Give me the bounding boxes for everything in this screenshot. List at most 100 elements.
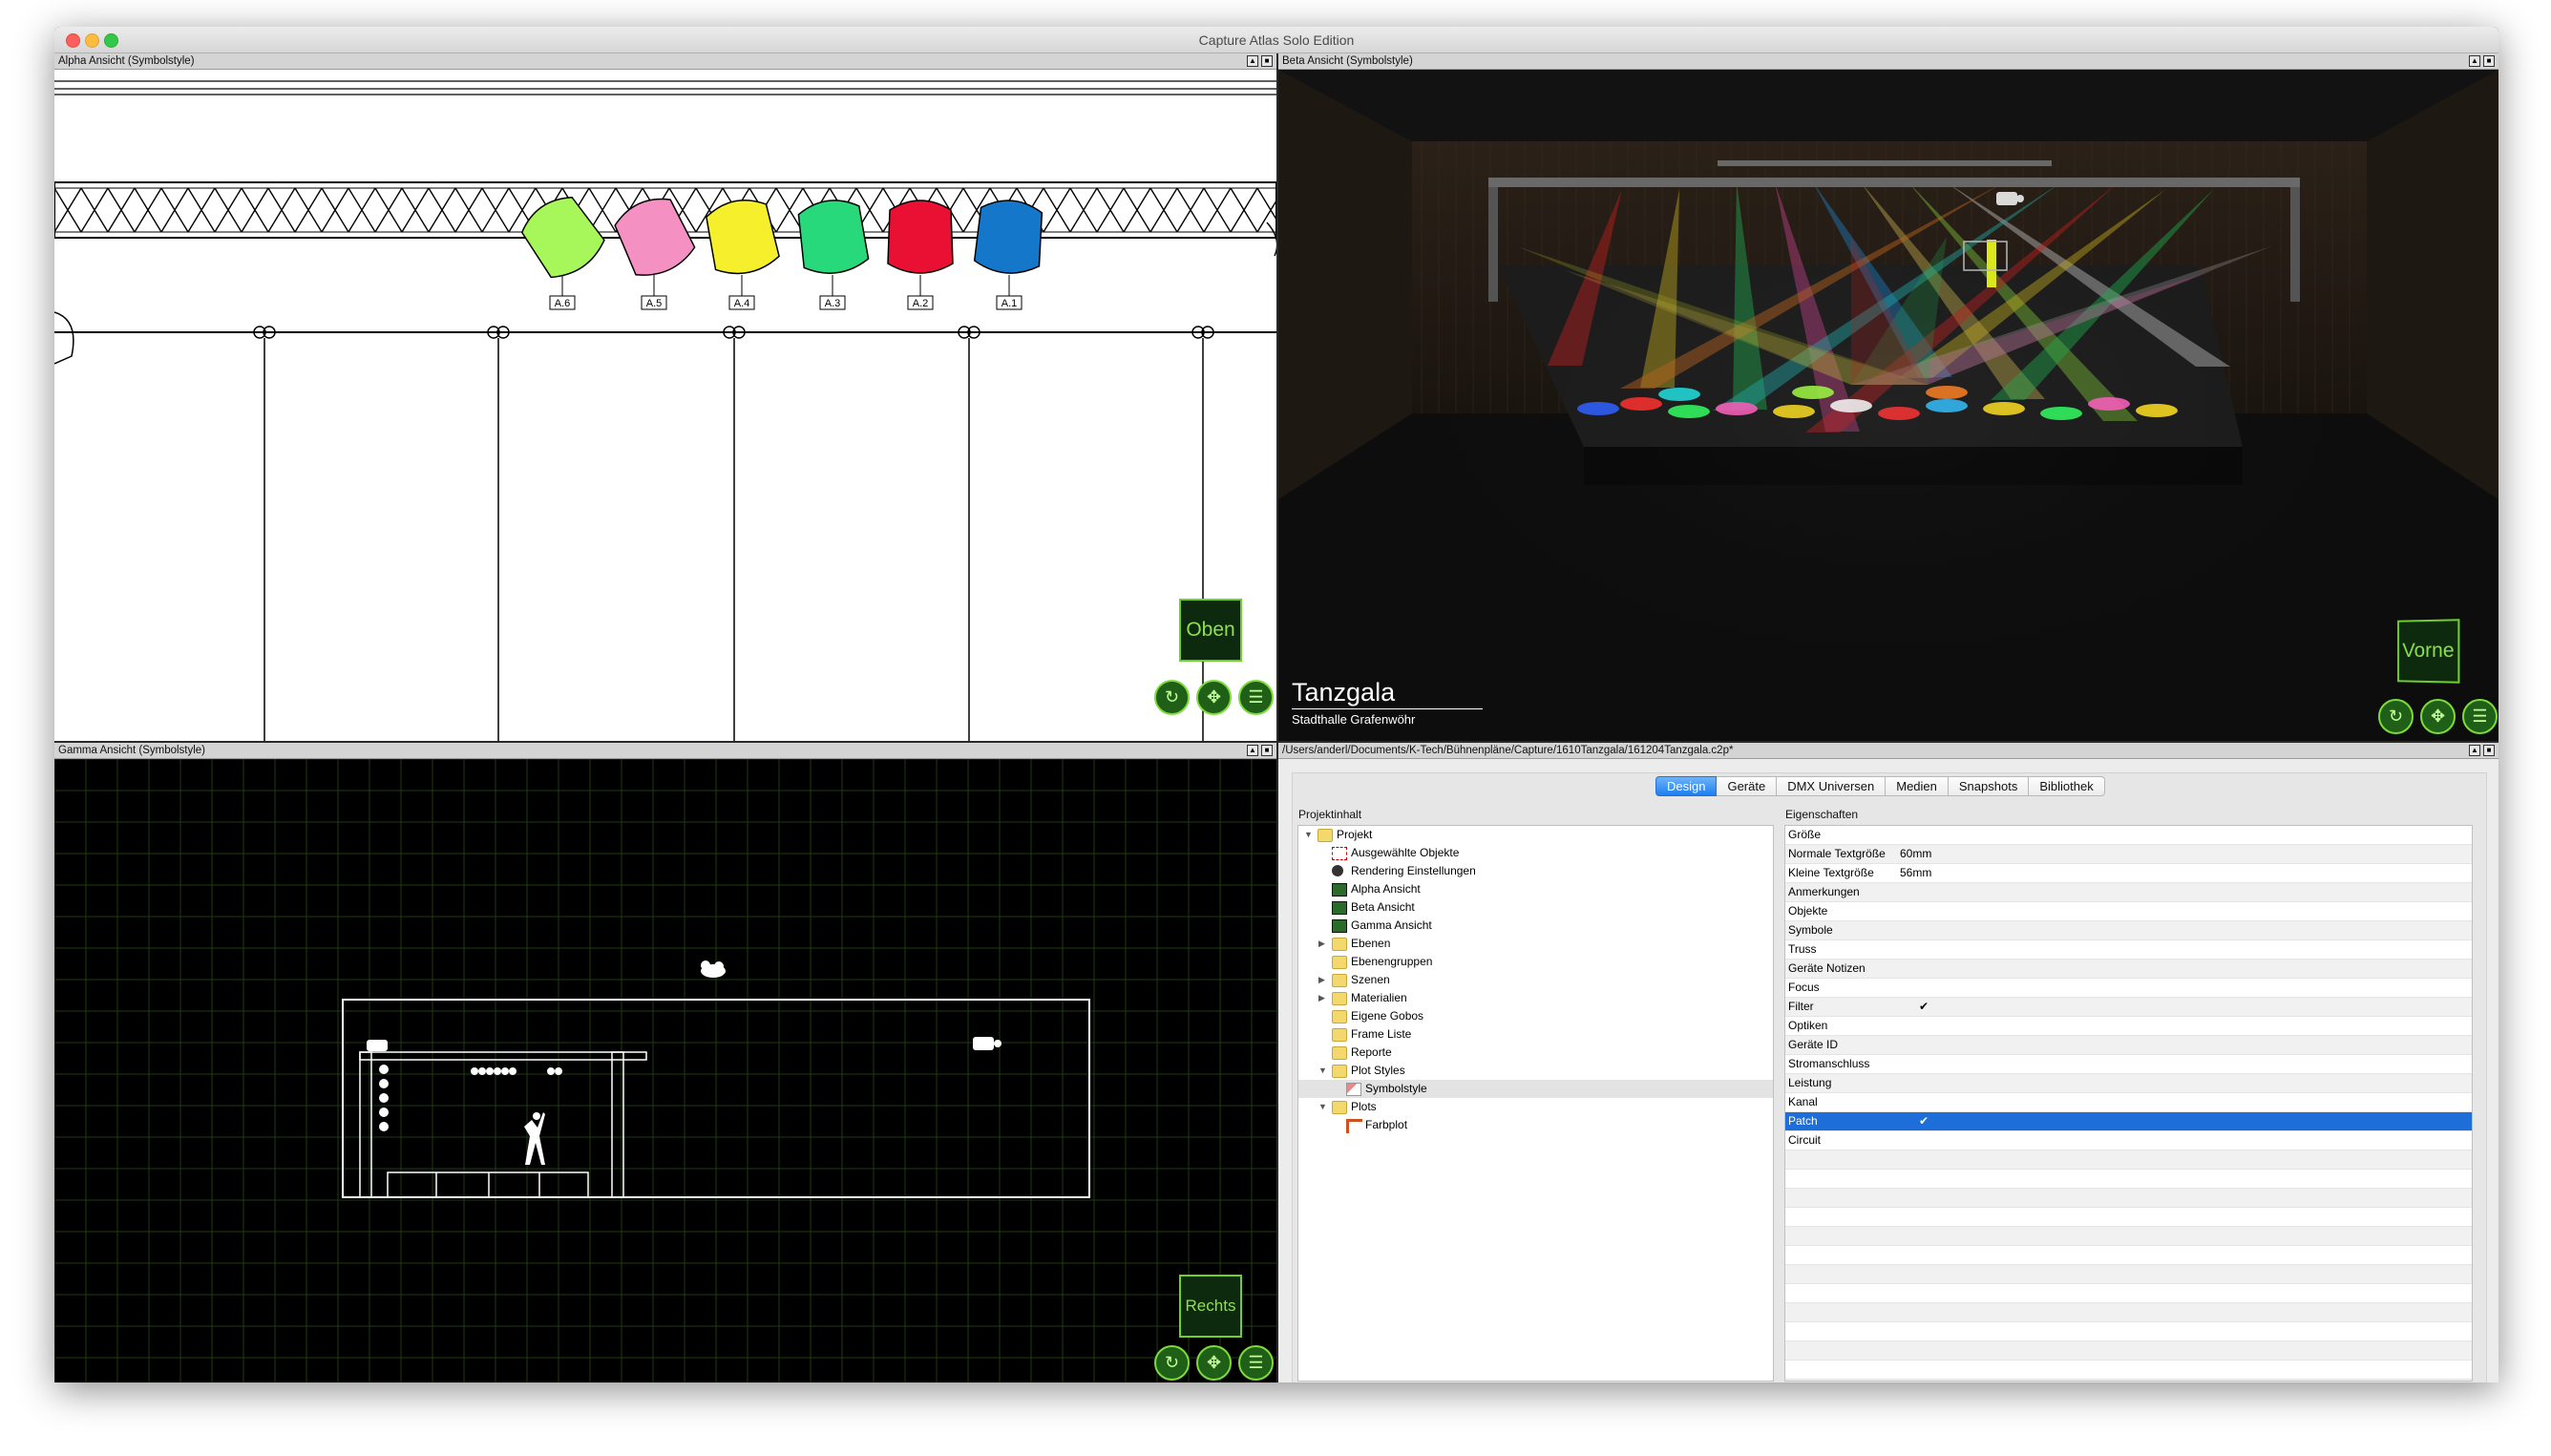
tree-item-label: Ebenen	[1351, 937, 1391, 950]
property-row[interactable]: Kleine Textgröße 56mm	[1785, 864, 2472, 883]
pin-icon[interactable]: ▲	[2469, 745, 2480, 756]
property-row[interactable]: Circuit	[1785, 1131, 2472, 1150]
tab-bibliothek[interactable]: Bibliothek	[2029, 776, 2105, 796]
property-key: Objekte	[1788, 904, 1828, 918]
property-row[interactable]: Stromanschluss	[1785, 1055, 2472, 1074]
property-row[interactable]: Normale Textgröße 60mm	[1785, 845, 2472, 864]
tree-item[interactable]: ▼ Plot Styles	[1298, 1062, 1773, 1080]
property-row[interactable]: Optiken	[1785, 1017, 2472, 1036]
disclosure-open-icon[interactable]: ▼	[1304, 826, 1314, 844]
pan-icon[interactable]: ✥	[2420, 699, 2456, 734]
disclosure-closed-icon[interactable]: ▶	[1318, 989, 1328, 1007]
tree-item[interactable]: Rendering Einstellungen	[1298, 862, 1773, 880]
property-row[interactable]: Patch ✔	[1785, 1112, 2472, 1131]
tree-item[interactable]: Gamma Ansicht	[1298, 917, 1773, 935]
menu-icon[interactable]: ☰	[1238, 1345, 1274, 1381]
tree-item[interactable]: ▶ Materialien	[1298, 989, 1773, 1007]
pan-icon[interactable]: ✥	[1196, 680, 1232, 715]
property-key: Kleine Textgröße	[1788, 866, 1874, 879]
project-tree[interactable]: ▼ Projekt Ausgewählte Objekte Rendering Ein…	[1297, 825, 1774, 1382]
maximize-icon[interactable]: ■	[2483, 55, 2495, 67]
tree-item-label: Beta Ansicht	[1351, 900, 1415, 914]
checkmark-icon[interactable]: ✔	[1919, 998, 1929, 1016]
tab-medien[interactable]: Medien	[1886, 776, 1949, 796]
fixture-A.5[interactable]: A.5	[609, 190, 699, 310]
window-title: Capture Atlas Solo Edition	[1198, 32, 1355, 48]
tree-item[interactable]: ▶ Ebenen	[1298, 935, 1773, 953]
fixture-A.6[interactable]: A.6	[515, 188, 609, 310]
tree-item[interactable]: Symbolstyle	[1298, 1080, 1773, 1098]
tree-item[interactable]: Beta Ansicht	[1298, 898, 1773, 917]
tree-item-label: Ausgewählte Objekte	[1351, 846, 1460, 859]
property-row[interactable]: Filter ✔	[1785, 998, 2472, 1017]
menu-icon[interactable]: ☰	[2462, 699, 2498, 734]
beta-3d-render	[1278, 70, 2498, 741]
property-row[interactable]: Geräte Notizen	[1785, 960, 2472, 979]
project-tabs: Design Geräte DMX Universen Medien Snapshots…	[1655, 776, 2105, 796]
tree-item[interactable]: Alpha Ansicht	[1298, 880, 1773, 898]
tree-item[interactable]: ▶ Szenen	[1298, 971, 1773, 989]
disclosure-closed-icon[interactable]: ▶	[1318, 971, 1328, 989]
tab-ger-te[interactable]: Geräte	[1717, 776, 1778, 796]
view-label-vorne[interactable]: Vorne	[2397, 619, 2460, 684]
tree-item[interactable]: Farbplot	[1298, 1116, 1773, 1134]
tab-dmx-universen[interactable]: DMX Universen	[1777, 776, 1887, 796]
fixture-label: A.3	[825, 298, 841, 309]
disclosure-open-icon[interactable]: ▼	[1318, 1062, 1328, 1080]
property-row[interactable]: Symbole	[1785, 921, 2472, 940]
property-row[interactable]: Anmerkungen	[1785, 883, 2472, 902]
tree-item-label: Szenen	[1351, 973, 1390, 986]
disclosure-closed-icon[interactable]: ▶	[1318, 935, 1328, 953]
property-row[interactable]: Kanal	[1785, 1093, 2472, 1112]
maximize-icon[interactable]: ■	[1261, 55, 1273, 67]
orbit-icon[interactable]: ↻	[2378, 699, 2414, 734]
tree-item[interactable]: Ausgewählte Objekte	[1298, 844, 1773, 862]
fixture-A.2[interactable]: A.2	[887, 200, 954, 310]
property-row-empty	[1785, 1189, 2472, 1208]
tree-item-label: Gamma Ansicht	[1351, 918, 1432, 932]
property-value[interactable]: 60mm	[1900, 845, 1931, 863]
beta-view-titlebar: Beta Ansicht (Symbolstyle) ▲ ■	[1278, 53, 2498, 70]
pin-icon[interactable]: ▲	[1247, 55, 1258, 67]
property-row-empty	[1785, 1265, 2472, 1284]
fixture-A.1[interactable]: A.1	[973, 198, 1044, 310]
tree-item[interactable]: Frame Liste	[1298, 1025, 1773, 1044]
render-icon	[1332, 865, 1343, 876]
property-row[interactable]: Leistung	[1785, 1074, 2472, 1093]
property-row[interactable]: Truss	[1785, 940, 2472, 960]
orbit-icon[interactable]: ↻	[1154, 1345, 1190, 1381]
fixture-A.3[interactable]: A.3	[795, 197, 870, 310]
tree-item-label: Ebenengruppen	[1351, 955, 1433, 968]
property-value[interactable]: 56mm	[1900, 864, 1931, 882]
properties-table[interactable]: Größe Normale Textgröße 60mm Kleine Textgrö…	[1784, 825, 2473, 1382]
tab-design[interactable]: Design	[1655, 776, 1718, 796]
pin-icon[interactable]: ▲	[2469, 55, 2480, 67]
disclosure-open-icon[interactable]: ▼	[1318, 1098, 1328, 1116]
tree-item[interactable]: ▼ Plots	[1298, 1098, 1773, 1116]
orbit-icon[interactable]: ↻	[1154, 680, 1190, 715]
fixture-body	[614, 198, 696, 276]
view-label-rechts[interactable]: Rechts	[1179, 1275, 1242, 1338]
property-row[interactable]: Focus	[1785, 979, 2472, 998]
property-row[interactable]: Objekte	[1785, 902, 2472, 921]
tree-item-label: Materialien	[1351, 991, 1407, 1004]
property-row[interactable]: Geräte ID	[1785, 1036, 2472, 1055]
maximize-icon[interactable]: ■	[1261, 745, 1273, 756]
pan-icon[interactable]: ✥	[1196, 1345, 1232, 1381]
tree-item[interactable]: Ebenengruppen	[1298, 953, 1773, 971]
gamma-viewport[interactable]: Rechts ↻ ✥ ☰	[54, 759, 1276, 1382]
maximize-icon[interactable]: ■	[2483, 745, 2495, 756]
tree-item[interactable]: Eigene Gobos	[1298, 1007, 1773, 1025]
tab-snapshots[interactable]: Snapshots	[1948, 776, 2030, 796]
beta-viewport[interactable]: Tanzgala Stadthalle Grafenwöhr Vorne ↻ ✥…	[1278, 70, 2498, 741]
checkmark-icon[interactable]: ✔	[1919, 1112, 1929, 1130]
menu-icon[interactable]: ☰	[1238, 680, 1274, 715]
property-key: Optiken	[1788, 1019, 1828, 1032]
alpha-viewport[interactable]: A.6 A.5 A.4 A.3 A.2 A.1 Oben ↻ ✥ ☰	[54, 70, 1276, 741]
pin-icon[interactable]: ▲	[1247, 745, 1258, 756]
property-row[interactable]: Größe	[1785, 826, 2472, 845]
fixture-A.4[interactable]: A.4	[703, 195, 781, 310]
view-label-oben[interactable]: Oben	[1179, 599, 1242, 662]
tree-item[interactable]: ▼ Projekt	[1298, 826, 1773, 844]
tree-item[interactable]: Reporte	[1298, 1044, 1773, 1062]
